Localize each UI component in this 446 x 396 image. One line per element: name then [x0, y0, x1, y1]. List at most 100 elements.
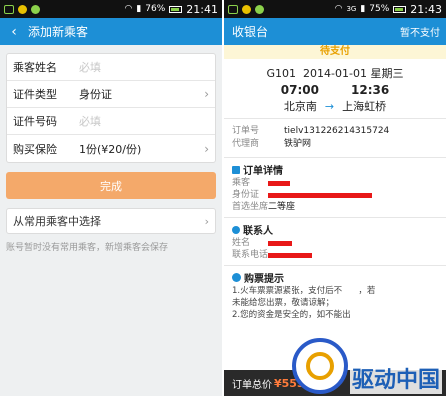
tip-line-2: 未能给您出票，敬请谅解； [232, 298, 335, 308]
passenger-form: 乘客姓名 必填 证件类型 身份证 › 证件号码 必填 购买保险 1份(¥20/份… [6, 53, 216, 163]
agent-label: 代理商 [232, 139, 260, 149]
redacted-value [268, 252, 312, 258]
id-row: 身份证 [232, 189, 438, 201]
section-title: 购票提示 [244, 274, 284, 285]
order-detail-section: 订单详情 乘客 身份证 首选坐席 二等座 [224, 158, 446, 218]
chevron-right-icon: › [204, 87, 209, 101]
done-button[interactable]: 完成 [6, 172, 216, 199]
field-label: 购买保险 [13, 142, 57, 156]
app-bar: ‹ 添加新乘客 [0, 18, 222, 45]
section-header: 购票提示 [232, 270, 438, 285]
network-type: 3G [346, 5, 357, 13]
tip-line-1b: ，若 [358, 286, 376, 296]
choose-frequent-passenger-button[interactable]: 从常用乘客中选择 › [6, 208, 216, 234]
train-date-line: G101 2014-01-01 星期三 [232, 65, 438, 81]
back-button[interactable]: ‹ [0, 24, 28, 40]
hint-text: 账号暂时没有常用乘客，新增乘客会保存 [6, 243, 169, 253]
phone-label: 联系电话 [232, 250, 269, 260]
message-icon [228, 4, 238, 14]
field-value: 1份(¥20/份) [79, 142, 142, 156]
field-placeholder: 必填 [79, 115, 101, 128]
name-label: 姓名 [232, 238, 251, 248]
total-label: 订单总价 [232, 379, 272, 391]
section-title: 联系人 [243, 226, 273, 237]
pay-later-button[interactable]: 暂不支付 [400, 24, 446, 39]
document-icon [232, 165, 240, 174]
watermark-text: 驱动中国 [349, 368, 442, 394]
chevron-right-icon: › [204, 214, 209, 228]
section-header: 联系人 [232, 222, 438, 237]
tip-line-3: 2.您的资金是安全的，如不能出 [232, 310, 351, 320]
add-passenger-screen: ◠ ▮ 76% 21:41 ‹ 添加新乘客 乘客姓名 必填 证件类型 身份证 ›… [0, 0, 222, 396]
contact-section: 联系人 姓名 联系电话 [224, 218, 446, 266]
clock: 21:43 [410, 2, 442, 16]
to-station: 上海虹桥 [342, 100, 387, 113]
passenger-label: 乘客 [232, 178, 251, 188]
battery-icon [393, 5, 407, 13]
field-label: 乘客姓名 [13, 61, 57, 74]
purchase-tips: 购票提示 1.火车票票源紧张，支付后不 ，若 未能给您出票，敬请谅解； 2.您的… [224, 266, 446, 325]
order-number-row: 订单号 tielv131226214315724 [232, 125, 438, 138]
brand-logo-icon [291, 338, 348, 394]
id-type-select[interactable]: 证件类型 身份证 › [7, 81, 215, 108]
field-placeholder: 必填 [79, 61, 101, 74]
signal-icon: ▮ [360, 4, 366, 14]
checkout-screen: ◠ 3G ▮ 75% 21:43 收银台 暂不支付 待支付 G101 2014-… [224, 0, 446, 396]
tip-line-1: 1.火车票票源紧张，支付后不 [232, 286, 343, 296]
wifi-icon: ◠ [334, 4, 343, 14]
chevron-right-icon: › [204, 141, 209, 156]
app-bar: 收银台 暂不支付 [224, 18, 446, 45]
field-value: 身份证 [79, 88, 112, 101]
page-title: 收银台 [232, 25, 269, 39]
redacted-value [268, 192, 372, 198]
depart-time: 07:00 [280, 83, 319, 97]
seat-row: 首选坐席 二等座 [232, 201, 438, 213]
status-bar: ◠ ▮ 76% 21:41 [0, 0, 222, 18]
order-number-label: 订单号 [232, 126, 260, 136]
choose-label: 从常用乘客中选择 [13, 215, 101, 228]
redacted-value [268, 180, 290, 186]
agent-row: 代理商 铁驴网 [232, 138, 438, 151]
battery-percent: 76% [145, 4, 166, 14]
watermark: 驱动中国 [291, 338, 442, 394]
order-number-value: tielv131226214315724 [284, 126, 390, 136]
screenshot-composite: ◠ ▮ 76% 21:41 ‹ 添加新乘客 乘客姓名 必填 证件类型 身份证 ›… [0, 0, 446, 396]
station-line: 北京南 → 上海虹桥 [232, 98, 438, 114]
field-label: 证件类型 [13, 88, 57, 101]
info-icon [232, 273, 241, 282]
trip-summary: G101 2014-01-01 星期三 07:00 12:36 北京南 → 上海… [224, 59, 446, 119]
page-title: 添加新乘客 [28, 25, 89, 39]
app-icon [242, 4, 251, 14]
app-icon [31, 4, 40, 14]
message-icon [4, 4, 14, 14]
arrow-right-icon: → [324, 99, 335, 113]
time-line: 07:00 12:36 [232, 83, 438, 97]
section-title: 订单详情 [243, 166, 283, 177]
tip-line: 1.火车票票源紧张，支付后不 ，若 [232, 285, 438, 297]
insurance-select[interactable]: 购买保险 1份(¥20/份) › [7, 135, 215, 162]
seat-value: 二等座 [268, 202, 296, 212]
person-icon [232, 225, 240, 234]
id-number-field[interactable]: 证件号码 必填 [7, 108, 215, 135]
passenger-name-field[interactable]: 乘客姓名 必填 [7, 54, 215, 81]
app-icon [18, 4, 27, 14]
travel-date: 2014-01-01 [303, 67, 367, 80]
app-icon [255, 4, 264, 14]
train-number: G101 [266, 67, 297, 80]
wifi-icon: ◠ [124, 4, 133, 14]
redacted-value [268, 240, 292, 246]
order-info: 订单号 tielv131226214315724 代理商 铁驴网 [224, 119, 446, 158]
clock: 21:41 [186, 2, 218, 16]
status-bar: ◠ 3G ▮ 75% 21:43 [224, 0, 446, 18]
section-header: 订单详情 [232, 162, 438, 177]
seat-label: 首选坐席 [232, 202, 269, 212]
signal-icon: ▮ [136, 4, 142, 14]
battery-icon [169, 5, 183, 13]
weekday: 星期三 [370, 67, 404, 80]
passenger-row: 乘客 [232, 177, 438, 189]
from-station: 北京南 [283, 100, 317, 113]
field-label: 证件号码 [13, 115, 57, 128]
arrive-time: 12:36 [351, 83, 390, 97]
id-label: 身份证 [232, 190, 260, 200]
agent-value: 铁驴网 [284, 139, 312, 149]
